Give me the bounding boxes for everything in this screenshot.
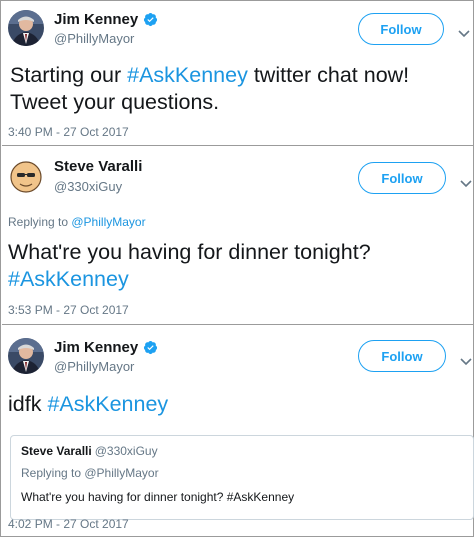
tweet-text: Starting our #AskKenney twitter chat now… [10,62,470,116]
tweet-1: Jim Kenney @PhillyMayor Follow Starting … [2,1,474,143]
handle[interactable]: @PhillyMayor [54,31,134,46]
quoted-display-name: Steve Varalli [21,444,92,458]
tweet-text-part: What're you having for dinner tonight? [8,240,371,264]
display-name[interactable]: Steve Varalli [54,158,142,175]
timestamp[interactable]: 3:53 PM - 27 Oct 2017 [8,303,129,317]
quoted-tweet-text: What're you having for dinner tonight? #… [21,490,295,504]
quoted-handle: @330xiGuy [94,444,158,458]
mention-link[interactable]: @PhillyMayor [71,215,145,229]
tweet-text-part: Starting our [10,63,128,87]
tweet-text-part: Tweet your questions. [10,90,220,114]
chevron-down-icon[interactable] [460,353,472,366]
follow-button[interactable]: Follow [358,13,444,45]
timestamp[interactable]: 3:40 PM - 27 Oct 2017 [8,125,129,139]
tweet-text: What're you having for dinner tonight? #… [8,239,468,293]
tweet-text-part: twitter chat now! [247,63,410,87]
follow-button[interactable]: Follow [358,162,446,194]
tweet-text-part: idfk [8,392,48,416]
tweet-2: Steve Varalli @330xiGuy Follow Replying … [2,146,474,324]
tweet-text: idfk #AskKenney [8,391,468,418]
quoted-tweet[interactable]: Steve Varalli @330xiGuy Replying to @Phil… [10,435,474,520]
verified-badge-icon [143,12,158,27]
avatar[interactable] [8,158,44,194]
hashtag-link[interactable]: #AskKenney [127,63,248,87]
display-name[interactable]: Jim Kenney [54,339,138,356]
follow-button[interactable]: Follow [358,340,446,372]
avatar[interactable] [8,10,44,46]
quoted-tweet-header: Steve Varalli @330xiGuy [21,444,158,458]
screenshot-frame: Jim Kenney @PhillyMayor Follow Starting … [0,0,474,537]
chevron-down-icon[interactable] [458,25,470,38]
replying-to-label: Replying to [8,215,72,229]
timestamp[interactable]: 4:02 PM - 27 Oct 2017 [8,517,129,531]
avatar[interactable] [8,338,44,374]
chevron-down-icon[interactable] [460,175,472,188]
verified-badge-icon [143,340,158,355]
display-name[interactable]: Jim Kenney [54,11,138,28]
replying-to: Replying to @PhillyMayor [8,215,146,229]
tweet-3: Jim Kenney @PhillyMayor Follow idfk #Ask… [2,325,474,537]
handle[interactable]: @PhillyMayor [54,359,134,374]
hashtag-link[interactable]: #AskKenney [47,392,168,416]
quoted-replying-to: Replying to @PhillyMayor [21,466,159,480]
hashtag-link[interactable]: #AskKenney [8,267,129,291]
handle[interactable]: @330xiGuy [54,179,122,194]
